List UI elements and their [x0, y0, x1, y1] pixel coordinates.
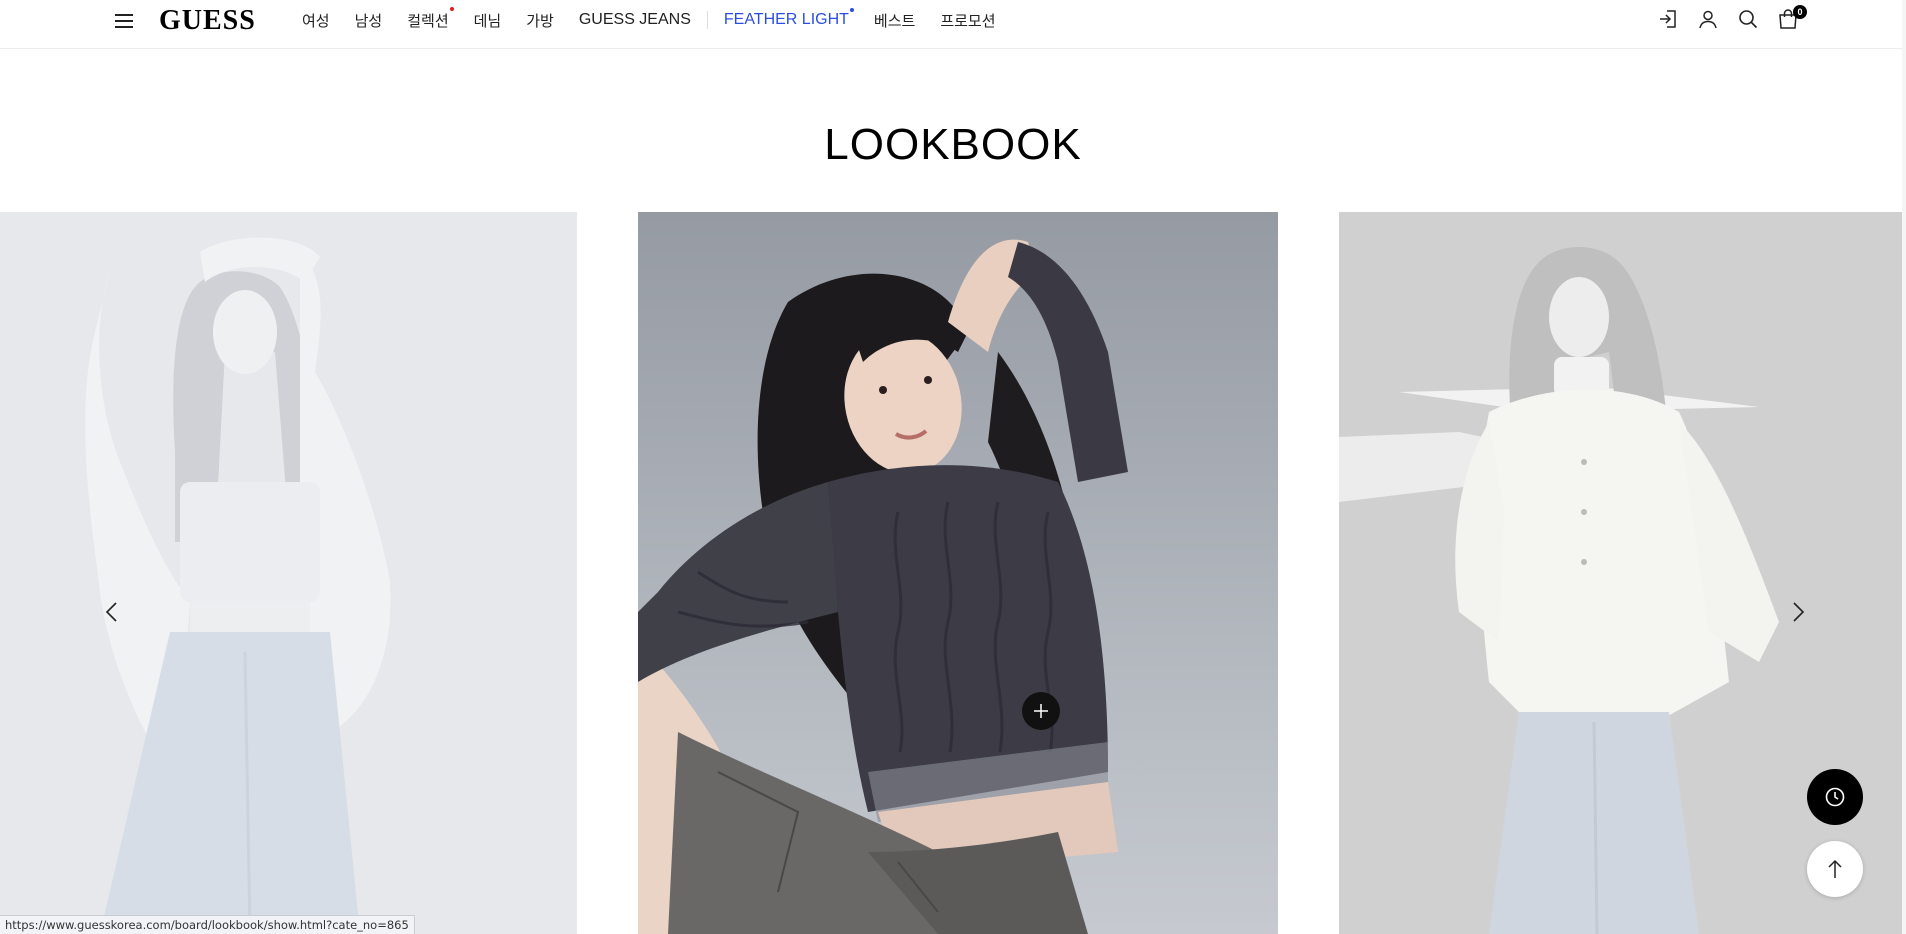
nav-item-promotion[interactable]: 프로모션 — [940, 10, 995, 31]
chevron-left-icon — [105, 602, 117, 622]
main-nav: 여성 남성 컬렉션 데님 가방 GUESS JEANS FEATHER LIGH… — [302, 0, 1021, 40]
new-dot — [849, 8, 854, 12]
lookbook-slide-prev[interactable] — [0, 212, 577, 934]
chevron-right-icon — [1793, 602, 1805, 622]
recent-view-button[interactable] — [1807, 769, 1863, 825]
lookbook-photo-active — [638, 212, 1278, 934]
page-scrollbar[interactable] — [1902, 0, 1906, 934]
product-hotspot-button[interactable] — [1022, 692, 1060, 730]
lookbook-photo-prev — [0, 212, 577, 934]
new-dot — [449, 6, 454, 11]
nav-item-denim[interactable]: 데님 — [474, 10, 502, 31]
login-icon[interactable] — [1657, 8, 1679, 30]
status-bar-url: https://www.guesskorea.com/board/lookboo… — [0, 915, 415, 934]
arrow-up-icon — [1828, 859, 1842, 878]
shopping-bag-icon[interactable]: 0 — [1777, 5, 1807, 30]
site-header: GUESS 여성 남성 컬렉션 데님 가방 GUESS JEANS FEATHE… — [0, 0, 1906, 49]
nav-item-guess-jeans[interactable]: GUESS JEANS — [579, 11, 691, 29]
nav-item-collection[interactable]: 컬렉션 — [407, 6, 454, 31]
nav-divider — [706, 11, 708, 29]
search-icon[interactable] — [1737, 8, 1759, 30]
carousel-next-button[interactable] — [1785, 600, 1809, 624]
nav-item-feather-light[interactable]: FEATHER LIGHT — [724, 8, 854, 29]
menu-icon[interactable] — [113, 12, 135, 30]
logo[interactable]: GUESS — [159, 5, 256, 37]
clock-icon — [1825, 787, 1845, 807]
lookbook-slide-next[interactable] — [1339, 212, 1906, 934]
page-title: LOOKBOOK — [824, 120, 1082, 169]
nav-item-bags[interactable]: 가방 — [526, 10, 554, 31]
scroll-top-button[interactable] — [1807, 841, 1863, 897]
nav-item-men[interactable]: 남성 — [355, 10, 383, 31]
nav-item-women[interactable]: 여성 — [302, 10, 330, 31]
cart-count-badge: 0 — [1793, 5, 1807, 19]
plus-icon — [1034, 704, 1048, 718]
carousel-prev-button[interactable] — [101, 600, 125, 624]
lookbook-slide-active[interactable] — [638, 212, 1278, 934]
header-actions: 0 — [1657, 5, 1807, 30]
lookbook-photo-next — [1339, 212, 1906, 934]
user-icon[interactable] — [1697, 8, 1719, 30]
nav-item-best[interactable]: 베스트 — [874, 10, 915, 31]
